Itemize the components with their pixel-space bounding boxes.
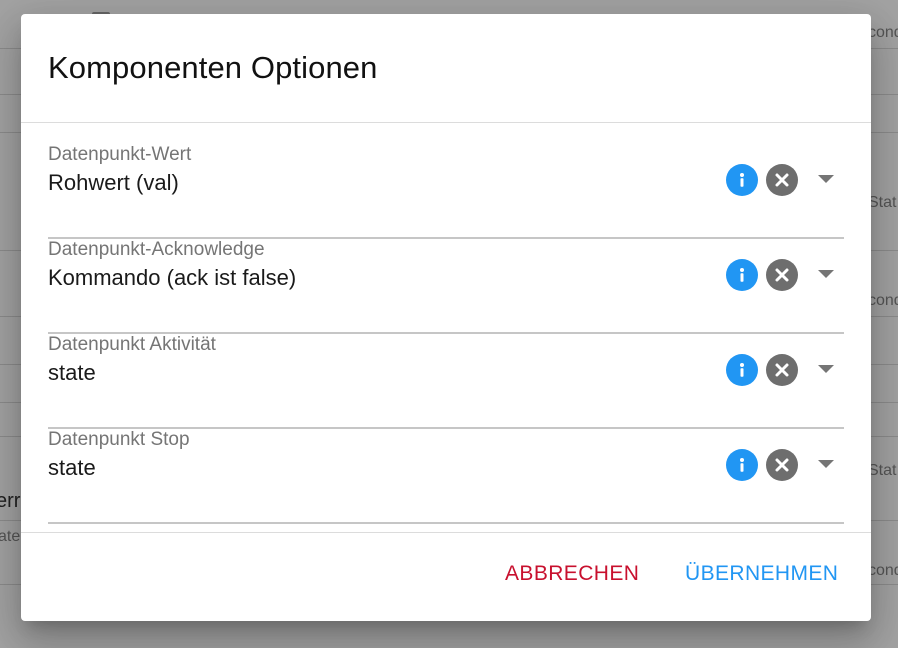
close-icon[interactable]: [766, 354, 798, 386]
background-text: Stat: [868, 194, 897, 211]
info-icon[interactable]: [726, 449, 758, 481]
field-label: Datenpunkt Stop: [48, 429, 190, 450]
field-datenpunkt-stop[interactable]: Datenpunkt Stop state: [48, 429, 844, 524]
field-underline: [48, 522, 844, 524]
background-text: Stat: [868, 462, 897, 479]
field-label: Datenpunkt Aktivität: [48, 334, 216, 355]
background-text: cond: [868, 292, 898, 309]
info-icon[interactable]: [726, 354, 758, 386]
field-datenpunkt-acknowledge[interactable]: Datenpunkt-Acknowledge Kommando (ack ist…: [48, 239, 844, 334]
chevron-down-icon[interactable]: [814, 166, 838, 190]
apply-button[interactable]: ÜBERNEHMEN: [685, 562, 838, 586]
close-icon[interactable]: [766, 259, 798, 291]
dialog-divider: [21, 532, 871, 533]
background-text: ate: [0, 528, 21, 545]
close-icon[interactable]: [766, 449, 798, 481]
close-icon[interactable]: [766, 164, 798, 196]
chevron-down-icon[interactable]: [814, 261, 838, 285]
dialog-divider: [21, 122, 871, 123]
info-icon[interactable]: [726, 259, 758, 291]
background-text: cond: [868, 562, 898, 579]
dialog-title: Komponenten Optionen: [48, 50, 378, 85]
field-value[interactable]: Kommando (ack ist false): [48, 265, 296, 291]
field-value[interactable]: state: [48, 360, 96, 386]
field-datenpunkt-aktivitaet[interactable]: Datenpunkt Aktivität state: [48, 334, 844, 429]
background-text: cond: [868, 24, 898, 41]
field-value[interactable]: Rohwert (val): [48, 170, 179, 196]
options-dialog: Komponenten Optionen Datenpunkt-Wert Roh…: [21, 14, 871, 621]
cancel-button[interactable]: ABBRECHEN: [505, 562, 639, 586]
field-label: Datenpunkt-Acknowledge: [48, 239, 265, 260]
field-label: Datenpunkt-Wert: [48, 144, 192, 165]
chevron-down-icon[interactable]: [814, 356, 838, 380]
field-datenpunkt-wert[interactable]: Datenpunkt-Wert Rohwert (val): [48, 144, 844, 239]
background-text: err: [0, 490, 21, 512]
info-icon[interactable]: [726, 164, 758, 196]
chevron-down-icon[interactable]: [814, 451, 838, 475]
field-value[interactable]: state: [48, 455, 96, 481]
